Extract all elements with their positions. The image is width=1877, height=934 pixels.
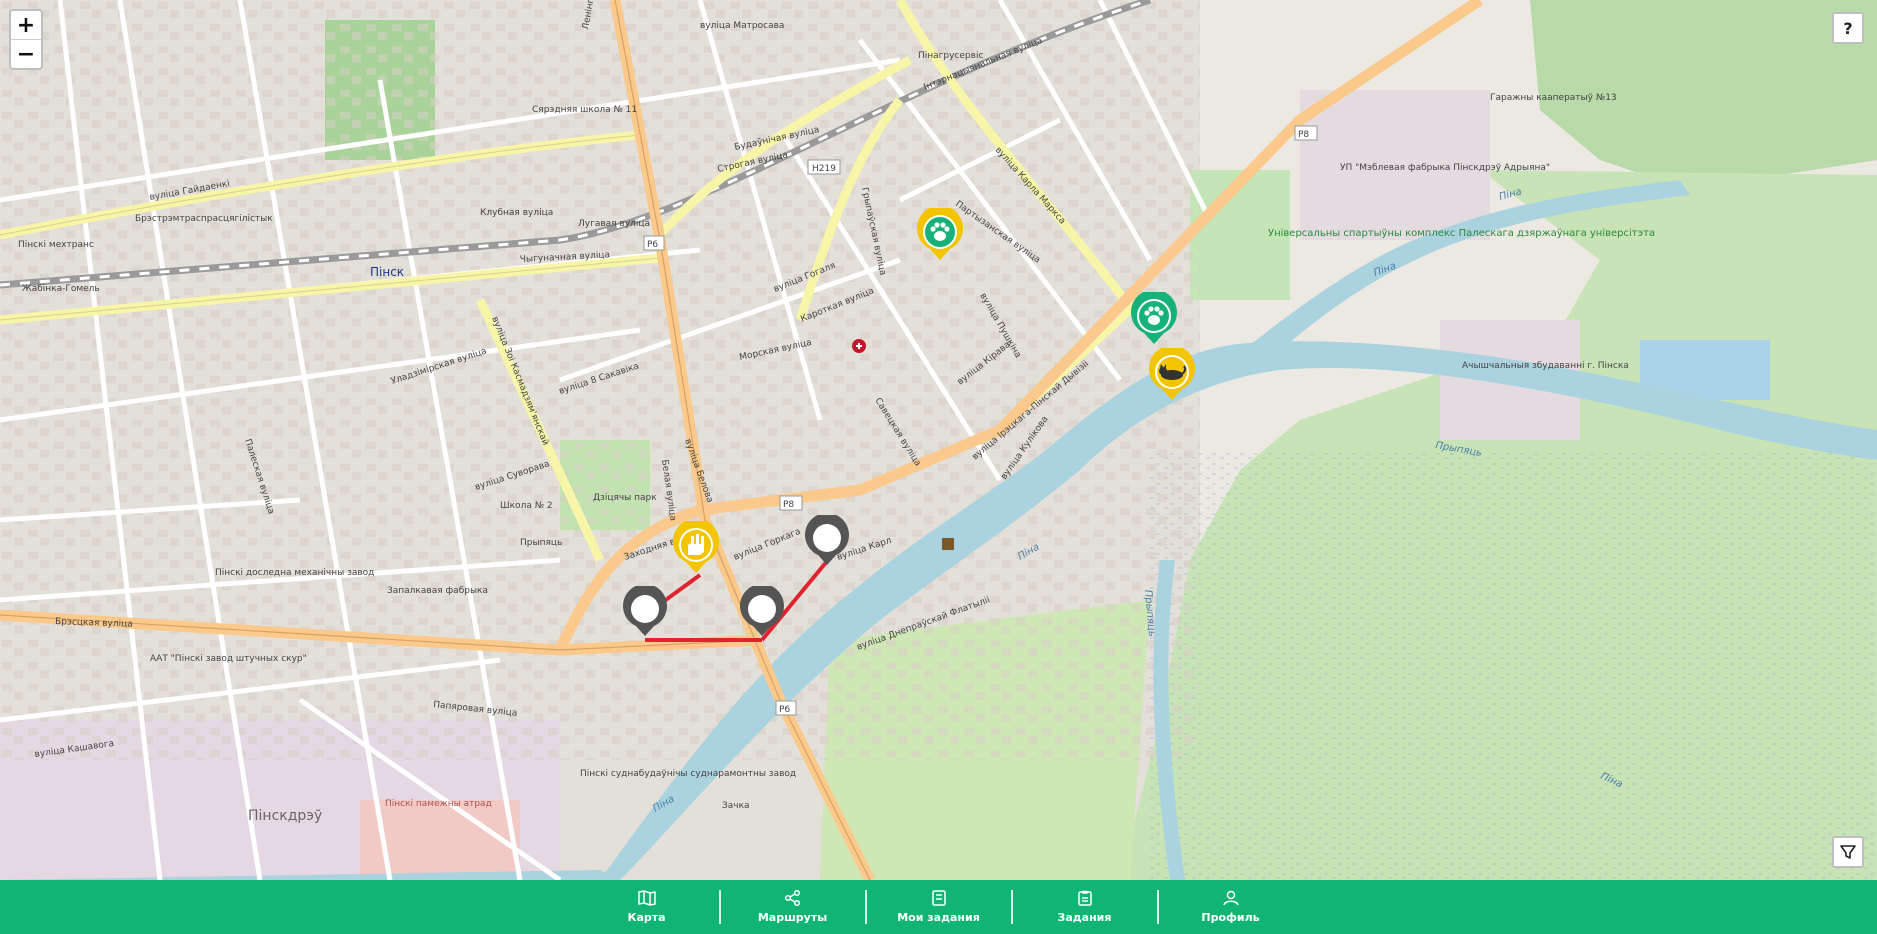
nav-profile[interactable]: Профиль <box>1159 880 1303 934</box>
map-view[interactable]: H219 P6 P8 P8 P6 вуліца Гайдаенкі Чыгуна… <box>0 0 1877 880</box>
nav-map[interactable]: Карта <box>575 880 719 934</box>
waypoint-center <box>813 524 841 552</box>
place-label: Універсальны спартыўны комплекс Палескаг… <box>1268 227 1655 239</box>
waypoint-center <box>631 595 659 623</box>
notebook-icon <box>931 890 946 906</box>
street-label: Клубная вуліца <box>480 208 553 218</box>
nav-my-tasks-label: Мои задания <box>897 911 980 924</box>
cat-marker-yellow[interactable] <box>1148 348 1196 402</box>
shield-label: P6 <box>779 705 790 715</box>
zoom-control: + − <box>9 9 43 70</box>
place-label: Сярэдняя школа № 11 <box>532 105 637 115</box>
place-label: Пінскі суднабудаўнічы суднарамонтны заво… <box>580 769 796 779</box>
place-label: Гаражны кааператыў №13 <box>1490 93 1617 103</box>
place-label: ААТ "Пінскі завод штучных скур" <box>150 654 307 664</box>
bottom-navigation: Карта Маршруты Мои задания Задания Профи… <box>0 880 1877 934</box>
place-label: Брэстрэмтраспрасцягілістык <box>135 214 273 224</box>
nav-routes[interactable]: Маршруты <box>721 880 865 934</box>
street-label: вуліца Матросава <box>700 21 784 31</box>
route-waypoint-marker[interactable] <box>739 586 785 638</box>
place-label: Прыпяць <box>520 538 562 548</box>
shield-label: H219 <box>812 164 836 174</box>
place-label: Пінскдрэў <box>248 808 322 824</box>
filter-button[interactable] <box>1832 836 1864 868</box>
route-waypoint-marker[interactable] <box>622 586 668 638</box>
nav-profile-label: Профиль <box>1201 911 1260 924</box>
castle-icon <box>942 538 954 550</box>
zoom-out-button[interactable]: − <box>11 39 41 68</box>
shield-label: P8 <box>1298 130 1309 140</box>
shield-label: P8 <box>783 500 794 510</box>
user-icon <box>1222 890 1239 906</box>
zoom-in-button[interactable]: + <box>11 11 41 39</box>
place-label: Ачышчальныя збудаванні г. Пінска <box>1462 361 1629 371</box>
place-label: Дзіцячы парк <box>593 493 657 503</box>
nav-tasks[interactable]: Задания <box>1013 880 1157 934</box>
place-label: Школа № 2 <box>500 501 553 511</box>
place-label: Жабінка-Гомель <box>22 284 100 294</box>
place-label: Пінскі памежны атрад <box>385 799 492 809</box>
street-label: Лугавая вуліца <box>578 219 650 229</box>
place-label: УП "Мэблевая фабрыка Пінскдрэў Адрыяна" <box>1340 163 1550 173</box>
place-label: Запалкавая фабрыка <box>387 586 488 596</box>
filter-icon <box>1840 845 1856 859</box>
marsh-pattern <box>1150 450 1877 880</box>
map-tiles[interactable]: H219 P6 P8 P8 P6 вуліца Гайдаенкі Чыгуна… <box>0 0 1877 880</box>
route-waypoint-marker[interactable] <box>804 515 850 567</box>
city-label: Пінск <box>370 265 404 279</box>
place-label: Пінскі доследна механічны завод <box>215 568 374 578</box>
place-label: Пінскі мехтранс <box>18 240 94 250</box>
help-button[interactable]: ? <box>1832 12 1864 44</box>
nav-map-label: Карта <box>627 911 666 924</box>
nav-routes-label: Маршруты <box>757 911 828 924</box>
clipboard-icon <box>1077 890 1092 906</box>
waypoint-center <box>748 595 776 623</box>
paw-marker-green[interactable] <box>1130 292 1178 346</box>
nav-my-tasks[interactable]: Мои задания <box>867 880 1011 934</box>
map-book-icon <box>637 890 656 906</box>
nav-tasks-label: Задания <box>1057 911 1112 924</box>
place-label: Пінагрусервіс <box>918 51 983 61</box>
shield-label: P6 <box>647 240 658 250</box>
place-label: Зачка <box>722 801 750 811</box>
share-nodes-icon <box>784 890 800 906</box>
paw-marker-yellow[interactable] <box>916 208 964 262</box>
hand-marker-yellow[interactable] <box>672 521 720 575</box>
